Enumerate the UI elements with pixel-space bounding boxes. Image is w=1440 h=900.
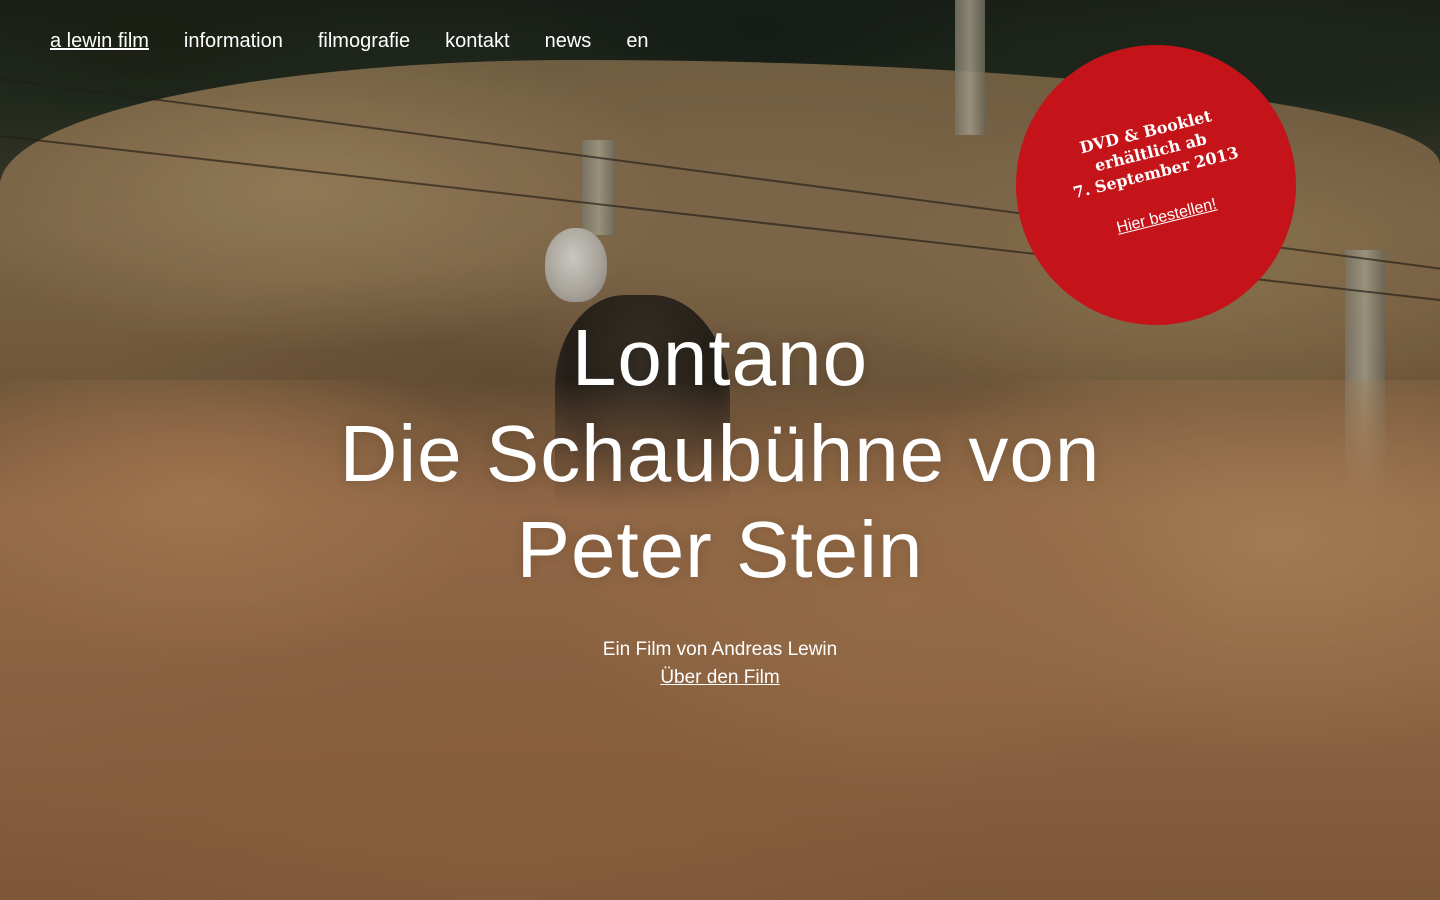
order-now-link[interactable]: Hier bestellen! <box>1115 196 1219 238</box>
dvd-promo-content: DVD & Booklet erhältlich ab 7. September… <box>1046 97 1266 249</box>
nav-item-kontakt[interactable]: kontakt <box>445 28 509 54</box>
film-title-line-1: Lontano <box>571 313 869 402</box>
nav-item-filmografie[interactable]: filmografie <box>318 28 410 54</box>
nav-item-information[interactable]: information <box>184 28 283 54</box>
main-nav: a lewin film information filmografie kon… <box>50 28 684 54</box>
about-film-link[interactable]: Über den Film <box>660 664 779 692</box>
film-title-line-3: Peter Stein <box>516 505 924 594</box>
nav-item-a-lewin-film[interactable]: a lewin film <box>50 28 149 54</box>
film-title: Lontano Die Schaubühne von Peter Stein <box>0 310 1440 598</box>
hero-stage: a lewin film information filmografie kon… <box>0 0 1440 900</box>
hero-content: Lontano Die Schaubühne von Peter Stein E… <box>0 310 1440 692</box>
nav-item-news[interactable]: news <box>545 28 592 54</box>
film-title-line-2: Die Schaubühne von <box>339 409 1101 498</box>
dvd-promo-badge: DVD & Booklet erhältlich ab 7. September… <box>1016 45 1296 325</box>
nav-item-language-en[interactable]: en <box>626 28 648 54</box>
film-credit: Ein Film von Andreas Lewin <box>602 639 838 660</box>
